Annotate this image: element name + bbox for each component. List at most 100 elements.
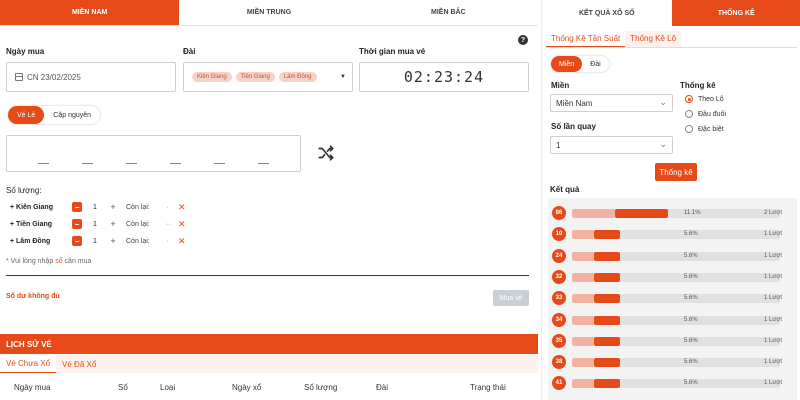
- mode-cap-nguyen[interactable]: Cặp nguyên: [44, 106, 100, 124]
- minus-button[interactable]: −: [72, 202, 82, 212]
- tab-unsettled[interactable]: Vé Chưa Xổ: [0, 355, 57, 373]
- digit-slot[interactable]: [81, 163, 93, 164]
- purchase-date-field[interactable]: CN 23/02/2025: [6, 62, 176, 92]
- frequency-bar-track: [572, 230, 780, 240]
- station-label: Đài: [183, 47, 196, 56]
- frequency-bar-start: [572, 358, 594, 368]
- column-header: Số: [118, 382, 128, 392]
- ticket-purchase-panel: MIỀN NAM MIỀN TRUNG MIỀN BẮC ? Ngày mua …: [0, 0, 538, 400]
- scope-dai[interactable]: Đài: [582, 56, 609, 72]
- tab-lo[interactable]: Thống Kê Lô: [625, 31, 682, 47]
- quantity-label: Số lượng:: [6, 186, 42, 195]
- result-row: 32 5.6% 1 Lượt: [552, 269, 792, 284]
- result-title: Kết quả: [550, 185, 580, 194]
- frequency-bar-start: [572, 251, 594, 261]
- digit-slot[interactable]: [214, 163, 226, 164]
- column-header: Ngày xổ: [232, 382, 262, 392]
- quantity-value[interactable]: 1: [82, 204, 108, 211]
- plus-button[interactable]: +: [108, 202, 118, 212]
- statistics-button[interactable]: Thống kê: [655, 163, 697, 181]
- radio-checked-icon: [685, 95, 693, 103]
- frequency-bar-track: [572, 251, 780, 261]
- frequency-bar-fill: [615, 209, 668, 218]
- column-header: Loại: [160, 382, 176, 392]
- frequency-percent: 5.6%: [684, 359, 698, 366]
- quantity-stepper: − 1 +: [72, 219, 118, 229]
- scope-mien[interactable]: Miền: [551, 56, 583, 72]
- radio-label: Đặc biệt: [698, 125, 724, 133]
- frequency-bar-fill: [593, 358, 621, 368]
- quantity-value[interactable]: 1: [82, 221, 108, 228]
- result-row: 33 5.6% 1 Lượt: [552, 291, 792, 306]
- tab-mien-trung[interactable]: MIỀN TRUNG: [179, 0, 359, 25]
- radio-theo-lo[interactable]: Theo Lô: [685, 95, 724, 103]
- frequency-bar-fill: [593, 336, 621, 346]
- number-ball: 24: [552, 248, 566, 263]
- delete-icon[interactable]: ✕: [178, 219, 186, 230]
- mien-select[interactable]: Miền Nam ⌄: [550, 94, 673, 112]
- turns-select[interactable]: 1 ⌄: [550, 136, 673, 154]
- result-row: 24 5.6% 1 Lượt: [552, 248, 792, 263]
- turns-value: 1: [556, 140, 561, 150]
- number-ball: 33: [552, 291, 566, 306]
- number-input[interactable]: [6, 135, 301, 172]
- divider: [6, 275, 529, 276]
- radio-icon: [685, 110, 693, 118]
- minus-button[interactable]: −: [72, 219, 82, 229]
- digit-slot[interactable]: [258, 163, 270, 164]
- quantity-value[interactable]: 1: [82, 238, 108, 245]
- remaining-dots: ··: [166, 220, 171, 228]
- tab-mien-nam[interactable]: MIỀN NAM: [0, 0, 180, 25]
- frequency-percent: 5.6%: [684, 380, 698, 387]
- mien-label: Miền: [551, 81, 570, 90]
- station-chip[interactable]: Tiền Giang: [235, 72, 275, 82]
- history-tabs: Vé Chưa Xổ Vé Đã Xổ: [0, 355, 538, 373]
- scope-toggle: Miền Đài: [551, 56, 609, 72]
- tab-mien-bac[interactable]: MIỀN BẮC: [358, 0, 538, 25]
- chevron-down-icon: ⌄: [659, 97, 667, 107]
- digit-slot[interactable]: [37, 163, 49, 164]
- frequency-bar-start: [572, 294, 594, 304]
- delete-icon[interactable]: ✕: [178, 236, 186, 247]
- tab-statistics[interactable]: THỐNG KÊ: [671, 0, 800, 26]
- stat-type-label: Thống kê: [680, 81, 716, 90]
- frequency-bar-start: [572, 230, 594, 240]
- hint-emphasis: số: [55, 258, 63, 265]
- frequency-bar-track: [572, 294, 780, 304]
- frequency-bar-fill: [593, 251, 621, 261]
- frequency-bar-track: [572, 358, 780, 368]
- station-chip[interactable]: Kiên Giang: [192, 72, 232, 82]
- remaining-dots: ·: [166, 203, 169, 211]
- station-select[interactable]: Kiên Giang Tiền Giang Lâm Đồng ▼: [183, 62, 353, 92]
- mode-ve-le[interactable]: Vé Lẻ: [8, 106, 45, 124]
- number-ball: 86: [552, 206, 566, 220]
- shuffle-icon[interactable]: [317, 144, 335, 162]
- history-table-header: Ngày mua Số Loại Ngày xổ Số lượng Đài Tr…: [0, 377, 538, 397]
- remaining-label: Còn lại:: [126, 220, 150, 228]
- frequency-percent: 5.6%: [684, 316, 698, 323]
- number-ball: 35: [552, 333, 566, 348]
- station-chip[interactable]: Lâm Đồng: [278, 72, 317, 82]
- radio-dau-duoi[interactable]: Đầu đuôi: [685, 110, 726, 118]
- radio-dac-biet[interactable]: Đặc biệt: [685, 125, 724, 133]
- number-ball: 41: [552, 376, 566, 391]
- frequency-percent: 5.6%: [684, 337, 698, 344]
- turns-label: Số lần quay: [551, 122, 596, 131]
- help-icon[interactable]: ?: [518, 35, 528, 45]
- quantity-stepper: − 1 +: [72, 236, 118, 246]
- digit-slot[interactable]: [125, 163, 137, 164]
- plus-button[interactable]: +: [108, 236, 118, 246]
- tab-lottery-results[interactable]: KẾT QUẢ XỔ SỐ: [542, 0, 672, 26]
- hint-suffix: cần mua: [64, 258, 92, 265]
- digit-slot[interactable]: [170, 163, 182, 164]
- frequency-count: 1 Lượt: [764, 359, 782, 366]
- frequency-count: 2 Lượt: [764, 210, 782, 216]
- frequency-bar-start: [572, 209, 616, 218]
- buy-ticket-button[interactable]: Mua vé: [493, 290, 529, 306]
- minus-button[interactable]: −: [72, 236, 82, 246]
- plus-button[interactable]: +: [108, 219, 118, 229]
- tab-settled[interactable]: Vé Đã Xổ: [56, 355, 102, 373]
- frequency-bar-fill: [593, 272, 621, 282]
- delete-icon[interactable]: ✕: [178, 202, 186, 213]
- tab-frequency[interactable]: Thống Kê Tần Suất: [546, 31, 626, 47]
